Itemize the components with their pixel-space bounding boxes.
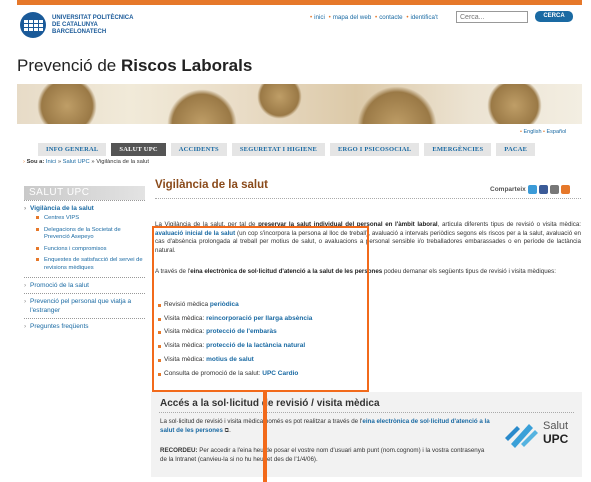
sidebar-subitem-centres-vips[interactable]: Centres VIPS <box>24 213 145 225</box>
access-card: Accés a la sol·licitud de revisió / visi… <box>151 392 582 477</box>
logo-line-1: UNIVERSITAT POLITÈCNICA <box>52 14 134 21</box>
sidebar-subitem-delegacions[interactable]: Delegacions de la Societat de Prevenció … <box>24 225 145 244</box>
sidebar: SALUT UPC Vigilància de la salut Centres… <box>24 186 145 334</box>
sidebar-section: Promoció de la salut <box>24 277 145 293</box>
access-card-title: Accés a la sol·licitud de revisió / visi… <box>160 398 380 409</box>
logo-line-2: DE CATALUNYA <box>52 21 98 28</box>
header-banner-image <box>17 84 582 124</box>
link-identificat[interactable]: identifica't <box>410 14 437 21</box>
top-accent-bar <box>17 0 582 5</box>
search-input[interactable] <box>456 11 528 23</box>
tab-seguretat-higiene[interactable]: SEGURETAT I HIGIENE <box>231 143 325 156</box>
tab-accidents[interactable]: ACCIDENTS <box>170 143 227 156</box>
lang-espanol[interactable]: Español <box>547 129 567 135</box>
sidebar-heading: SALUT UPC <box>24 186 145 200</box>
share-bar: Comparteix <box>490 185 570 194</box>
access-card-text: La sol·licitud de revisió i visita mèdic… <box>160 418 490 434</box>
sidebar-item-promocio[interactable]: Promoció de la salut <box>24 281 145 290</box>
tab-salut-upc[interactable]: SALUT UPC <box>111 143 166 156</box>
sidebar-section: Prevenció pel personal que viatja a l'es… <box>24 293 145 318</box>
upc-logo-text: UNIVERSITAT POLITÈCNICA DE CATALUNYA BAR… <box>52 15 133 36</box>
salut-logo-line-2: UPC <box>543 432 569 446</box>
title-divider <box>155 198 581 199</box>
sidebar-section-active: Vigilància de la salut Centres VIPS Dele… <box>24 200 145 277</box>
search-button[interactable]: CERCA <box>535 11 573 22</box>
breadcrumb: › Sou a: Inici » Salut UPC » Vigilància … <box>23 159 149 165</box>
tab-emergencies[interactable]: EMERGÈNCIES <box>424 143 492 156</box>
tab-info-general[interactable]: INFO GENERAL <box>38 143 107 156</box>
link-contacte[interactable]: contacte <box>379 14 402 21</box>
sidebar-section: Preguntes freqüents <box>24 318 145 334</box>
logo-line-3: BARCELONATECH <box>52 28 107 35</box>
highlight-connector <box>263 392 267 482</box>
site-title[interactable]: Prevenció de Riscos Laborals <box>17 56 252 76</box>
breadcrumb-current: Vigilància de la salut <box>96 159 149 165</box>
facebook-icon[interactable] <box>538 185 548 194</box>
share-plus-icon[interactable] <box>560 185 570 194</box>
sidebar-subitem-enquestes[interactable]: Enquestes de satisfacció del servei de r… <box>24 255 145 274</box>
highlight-box <box>152 226 369 392</box>
breadcrumb-salut-upc[interactable]: Salut UPC <box>63 159 90 165</box>
language-switcher: • English • Español <box>520 129 567 135</box>
link-mapa-web[interactable]: mapa del web <box>333 14 372 21</box>
salut-logo-line-1: Salut <box>543 420 569 432</box>
salut-upc-logo-icon <box>505 424 538 448</box>
tab-ergo-psicosocial[interactable]: ERGO I PSICOSOCIAL <box>330 143 420 156</box>
sidebar-item-vigilancia[interactable]: Vigilància de la salut <box>24 204 145 213</box>
top-links: • inici • mapa del web • contacte • identifi… <box>310 14 438 21</box>
twitter-icon[interactable] <box>527 185 537 194</box>
lang-english[interactable]: English <box>523 129 541 135</box>
sidebar-item-preguntes[interactable]: Preguntes freqüents <box>24 322 145 331</box>
upc-logo-icon <box>20 12 46 38</box>
sidebar-subitem-funcions[interactable]: Funcions i compromisos <box>24 244 145 256</box>
upc-logo[interactable]: UNIVERSITAT POLITÈCNICA DE CATALUNYA BAR… <box>20 12 133 38</box>
sidebar-item-prevencio-viatge[interactable]: Prevenció pel personal que viatja a l'es… <box>24 297 145 315</box>
salut-upc-logo: Salut UPC <box>501 412 581 457</box>
email-icon[interactable] <box>549 185 559 194</box>
share-label: Comparteix <box>490 186 526 193</box>
breadcrumb-inici[interactable]: Inici <box>46 159 56 165</box>
tab-pacae[interactable]: PACAE <box>496 143 536 156</box>
access-card-reminder: RECORDEU: Per accedir a l'eina heu de po… <box>160 447 485 463</box>
main-nav: INFO GENERAL SALUT UPC ACCIDENTS SEGURET… <box>38 143 536 156</box>
link-inici[interactable]: inici <box>314 14 325 21</box>
